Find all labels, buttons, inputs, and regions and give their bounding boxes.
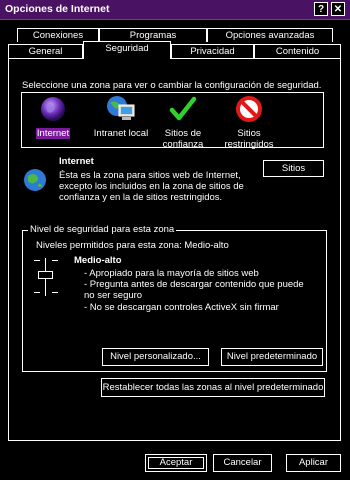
zone-list[interactable]: Internet Intranet local Sitios de confia… <box>21 92 324 150</box>
tab-opciones-avanzadas[interactable]: Opciones avanzadas <box>207 28 333 42</box>
tab-general[interactable]: General <box>8 44 83 59</box>
zone-item-internet[interactable]: Internet <box>24 95 82 139</box>
tab-programas[interactable]: Programas <box>99 28 207 42</box>
reset-all-zones-button[interactable]: Restablecer todas las zonas al nivel pre… <box>101 378 325 397</box>
apply-button[interactable]: Aplicar <box>286 454 341 472</box>
title-bar: Opciones de Internet ? ✕ <box>0 0 350 20</box>
sites-button[interactable]: Sitios <box>263 160 324 177</box>
checkmark-icon <box>169 96 197 121</box>
zone-info-description: Ésta es la zona para sitios web de Inter… <box>59 170 244 203</box>
zone-item-intranet-local[interactable]: Intranet local <box>88 95 154 139</box>
zone-label-internet: Internet <box>35 128 71 139</box>
tab-contenido[interactable]: Contenido <box>254 44 341 59</box>
globe-icon <box>24 169 46 191</box>
security-bullet: - No se descargan controles ActiveX sin … <box>84 302 279 313</box>
cancel-button[interactable]: Cancelar <box>213 454 272 472</box>
no-entry-icon <box>236 96 262 122</box>
tab-seguridad[interactable]: Seguridad <box>83 41 171 58</box>
globe-icon <box>41 97 65 121</box>
security-level-slider[interactable] <box>34 256 58 298</box>
tab-conexiones[interactable]: Conexiones <box>17 28 99 42</box>
computer-globe-icon <box>107 96 135 120</box>
security-bullet: - Apropiado para la mayoría de sitios we… <box>84 268 259 279</box>
allowed-levels-text: Niveles permitidos para esta zona: Medio… <box>36 240 229 251</box>
zone-item-sitios-restringidos[interactable]: Sitios restringidos <box>218 95 280 150</box>
zone-info-title: Internet <box>59 156 94 167</box>
help-button[interactable]: ? <box>314 2 328 16</box>
window-title: Opciones de Internet <box>5 3 110 15</box>
security-level-group-label: Nivel de seguridad para esta zona <box>28 224 177 235</box>
zone-label-intranet-local: Intranet local <box>93 128 149 139</box>
security-level-name: Medio-alto <box>74 255 122 266</box>
close-button[interactable]: ✕ <box>331 2 345 16</box>
zone-item-sitios-de-confianza[interactable]: Sitios de confianza <box>154 95 212 150</box>
zone-label-sitios-restringidos: Sitios restringidos <box>224 128 274 150</box>
zone-label-sitios-de-confianza: Sitios de confianza <box>162 128 204 150</box>
security-bullet: - Pregunta antes de descargar contenido … <box>84 279 304 301</box>
default-level-button[interactable]: Nivel predeterminado <box>221 348 323 366</box>
tab-privacidad[interactable]: Privacidad <box>171 44 254 59</box>
zone-prompt: Seleccione una zona para ver o cambiar l… <box>22 80 322 91</box>
ok-button[interactable]: Aceptar <box>145 454 207 472</box>
custom-level-button[interactable]: Nivel personalizado... <box>102 348 209 366</box>
slider-thumb[interactable] <box>38 271 53 279</box>
